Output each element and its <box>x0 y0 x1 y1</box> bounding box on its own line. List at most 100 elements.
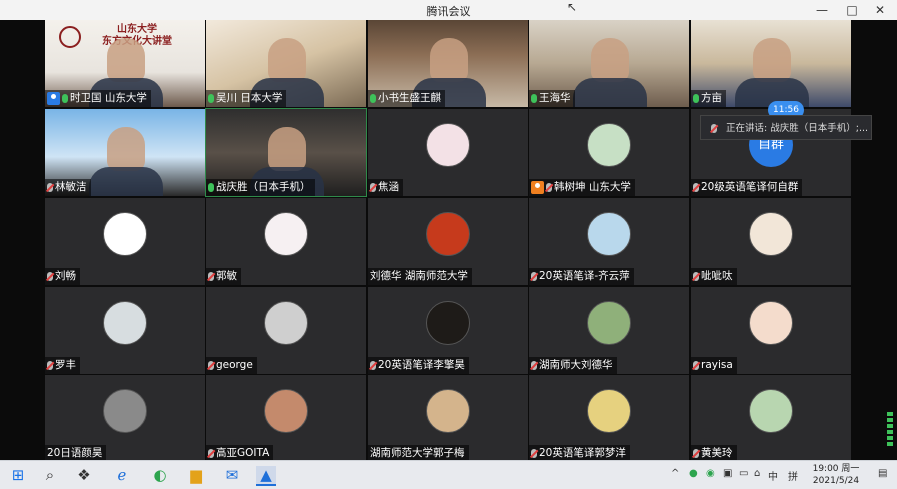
participant-tile[interactable]: 湖南师大刘德华 <box>529 287 689 374</box>
participant-name: 林敏洁 <box>55 181 87 193</box>
participant-tile[interactable]: 林敏洁 <box>45 109 205 196</box>
participant-tile[interactable]: 战庆胜（日本手机） <box>205 108 367 197</box>
participant-label: 湖南师大刘德华 <box>529 357 617 374</box>
participant-tile[interactable]: 吴川 日本大学 <box>206 20 366 107</box>
person-silhouette <box>107 38 145 82</box>
app2-tray-icon[interactable]: ▣ <box>723 468 732 479</box>
participant-name: 刘德华 湖南师范大学 <box>370 270 468 282</box>
maximize-button[interactable]: □ <box>840 2 864 18</box>
person-body <box>573 78 647 107</box>
clock[interactable]: 19:00 周一 2021/5/24 <box>806 463 866 487</box>
network-icon[interactable]: ⌂ <box>754 468 760 479</box>
participant-tile[interactable]: 焦涵 <box>368 109 528 196</box>
person-silhouette <box>107 127 145 171</box>
participant-tile[interactable]: 刘畅 <box>45 198 205 285</box>
app-tray-icon[interactable]: ◉ <box>706 468 715 479</box>
edge-icon[interactable]: ℯ <box>112 466 132 484</box>
person-silhouette <box>268 127 306 171</box>
participant-label: 战庆胜（日本手机） <box>206 179 315 196</box>
participant-avatar <box>103 212 147 256</box>
participant-tile[interactable]: 王海华 <box>529 20 689 107</box>
volume-meter <box>887 412 893 454</box>
participant-label: 20英语笔译-齐云萍 <box>529 268 634 285</box>
clock-time: 19:00 周一 <box>812 464 860 474</box>
participant-name: 刘畅 <box>55 270 76 282</box>
participant-tile[interactable]: 刘德华 湖南师范大学 <box>368 198 528 285</box>
participant-name: george <box>216 359 253 371</box>
participant-tile[interactable]: 黄美玲 <box>691 375 851 462</box>
participant-tile[interactable]: rayisa <box>691 287 851 374</box>
tray-expand-icon[interactable]: ^ <box>671 468 679 479</box>
participant-tile[interactable]: george <box>206 287 366 374</box>
mic-muted-icon <box>208 361 214 370</box>
mail-icon[interactable]: ✉ <box>222 466 242 484</box>
windows-icon[interactable]: ⊞ <box>8 466 28 484</box>
mic-muted-icon <box>531 361 537 370</box>
host-icon <box>531 181 544 194</box>
university-logo-icon <box>59 26 81 48</box>
participant-avatar <box>103 389 147 433</box>
participant-avatar <box>426 212 470 256</box>
participant-name: 郭敏 <box>216 270 237 282</box>
participant-avatar <box>749 389 793 433</box>
host-icon <box>47 92 60 105</box>
mic-on-icon <box>693 94 699 103</box>
person-silhouette <box>753 38 791 82</box>
search-icon[interactable]: ⌕ <box>40 466 60 484</box>
mic-on-icon <box>370 94 376 103</box>
mic-icon <box>711 124 717 133</box>
meeting-icon[interactable]: ▲ <box>256 466 276 486</box>
participant-tile[interactable]: 呲呲呔 <box>691 198 851 285</box>
notification-icon[interactable]: ▤ <box>878 468 887 479</box>
participant-avatar <box>587 301 631 345</box>
minimize-button[interactable]: — <box>810 2 834 18</box>
participant-tile[interactable]: 20英语笔译李擎昊 <box>368 287 528 374</box>
close-button[interactable]: ✕ <box>868 2 892 18</box>
participant-tile[interactable]: 小书生盛王麒 <box>368 20 528 107</box>
mic-muted-icon <box>693 361 699 370</box>
taskview-icon[interactable]: ❖ <box>74 466 94 484</box>
participant-avatar <box>587 123 631 167</box>
participant-tile[interactable]: 20英语笔译郭梦洋 <box>529 375 689 462</box>
mic-muted-icon <box>546 183 552 192</box>
participant-name: 时卫国 山东大学 <box>70 92 147 104</box>
ime-mode[interactable]: 拼 <box>788 468 798 483</box>
participant-name: rayisa <box>701 359 733 371</box>
video-grid: 山东大学东方文化大讲堂时卫国 山东大学吴川 日本大学 小书生盛王麒 王海华 方亩林敏洁… <box>0 20 897 462</box>
participant-tile[interactable]: 20英语笔译-齐云萍 <box>529 198 689 285</box>
participant-tile[interactable]: 20日语颜昊 <box>45 375 205 462</box>
participant-label: 小书生盛王麒 <box>368 90 445 107</box>
participant-label: 刘畅 <box>45 268 80 285</box>
participant-label: 方亩 <box>691 90 726 107</box>
participant-label: rayisa <box>691 357 737 374</box>
participant-name: 罗丰 <box>55 359 76 371</box>
participant-tile[interactable]: 郭敏 <box>206 198 366 285</box>
mic-muted-icon <box>531 272 537 281</box>
wechat-tray-icon[interactable]: ● <box>689 468 698 479</box>
participant-tile[interactable]: 罗丰 <box>45 287 205 374</box>
participant-tile[interactable]: 韩树坤 山东大学 <box>529 109 689 196</box>
participant-label: george <box>206 357 257 374</box>
ime-indicator[interactable]: 中 <box>768 468 778 483</box>
speaking-indicator: 正在讲话: 战庆胜（日本手机）;... <box>700 115 872 140</box>
participant-name: 方亩 <box>701 92 722 104</box>
participant-avatar <box>264 301 308 345</box>
participant-tile[interactable]: 高亚GOITA <box>206 375 366 462</box>
battery-icon[interactable]: ▭ <box>739 468 748 479</box>
participant-label: 罗丰 <box>45 357 80 374</box>
participant-avatar <box>264 389 308 433</box>
mic-muted-icon <box>370 183 376 192</box>
participant-label: 焦涵 <box>368 179 403 196</box>
window-titlebar: 腾讯会议 ↖ — □ ✕ <box>0 0 897 21</box>
edge-new-icon[interactable]: ◐ <box>150 466 170 484</box>
mic-on-icon <box>531 94 537 103</box>
explorer-icon[interactable]: ▆ <box>186 466 206 484</box>
mic-muted-icon <box>208 272 214 281</box>
participant-avatar <box>749 212 793 256</box>
participant-tile[interactable]: 湖南师范大学郭子梅 <box>368 375 528 462</box>
mic-muted-icon <box>47 272 53 281</box>
participant-tile[interactable]: 方亩 <box>691 20 851 107</box>
participant-tile[interactable]: 山东大学东方文化大讲堂时卫国 山东大学 <box>45 20 205 107</box>
participant-name: 韩树坤 山东大学 <box>554 181 631 193</box>
participant-avatar <box>426 301 470 345</box>
